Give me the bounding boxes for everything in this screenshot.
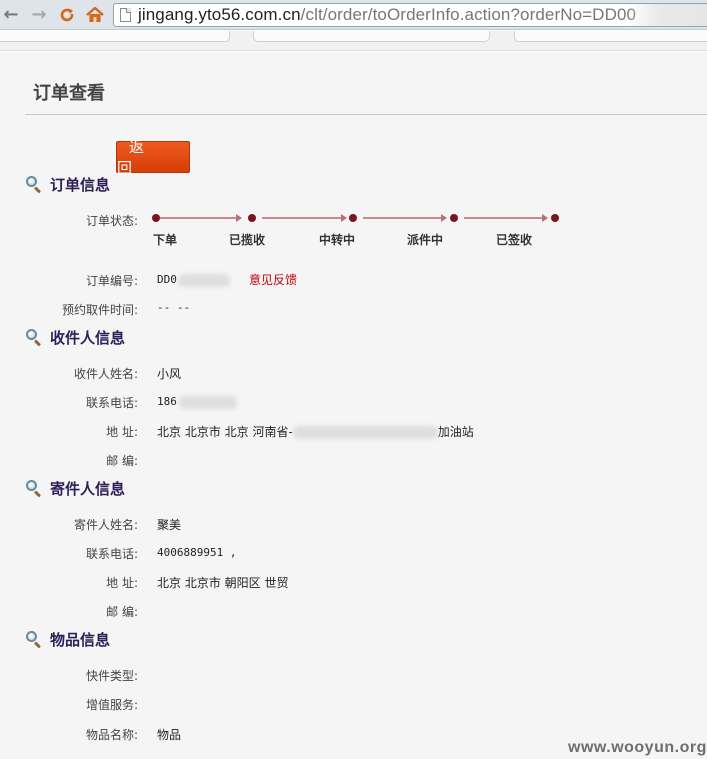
- track-line: [363, 217, 442, 219]
- redacted-phone: [178, 395, 237, 409]
- track-arrow-icon: [341, 214, 347, 222]
- site-header-strip: [0, 31, 707, 51]
- item-name-label: 物品名称:: [85, 728, 138, 742]
- receiver-phone-label: 联系电话:: [85, 396, 138, 410]
- address-bar[interactable]: jingang.yto56.com.cn/clt/order/toOrderIn…: [113, 3, 707, 27]
- receiver-info-header: 收件人信息: [25, 326, 125, 348]
- receiver-phone-value: 186: [157, 395, 237, 409]
- title-divider: [25, 114, 707, 115]
- magnifier-icon: [25, 328, 43, 347]
- back-button[interactable]: 返 回: [116, 138, 190, 177]
- sender-name-label: 寄件人姓名:: [73, 518, 138, 532]
- redacted-order-number: [177, 273, 230, 287]
- order-number-value: DD0: [157, 273, 230, 287]
- track-line: [262, 217, 342, 219]
- browser-toolbar: ← → jingang.yto56.com.cn/clt/order/toOrd…: [0, 0, 707, 30]
- sender-name-value: 聚美: [157, 518, 182, 532]
- sender-info-header: 寄件人信息: [25, 477, 125, 499]
- receiver-address-value: 北京 北京市 北京 河南省- 加油站: [157, 425, 474, 439]
- url-text: jingang.yto56.com.cn/clt/order/toOrderIn…: [138, 5, 637, 24]
- track-arrow-icon: [542, 214, 548, 222]
- order-info-header: 订单信息: [25, 173, 110, 195]
- magnifier-icon: [25, 630, 43, 649]
- track-arrow-icon: [441, 214, 447, 222]
- pickup-time-value: -- --: [157, 301, 191, 314]
- receiver-name-value: 小风: [157, 367, 182, 381]
- magnifier-icon: [25, 175, 43, 194]
- track-dot: [152, 214, 160, 222]
- step-label-collected: 已揽收: [229, 233, 266, 247]
- track-dot: [450, 214, 458, 222]
- item-name-value: 物品: [157, 728, 182, 742]
- magnifier-icon: [25, 479, 43, 498]
- feedback-link[interactable]: 意见反馈: [249, 271, 297, 288]
- sender-phone-label: 联系电话:: [85, 547, 138, 561]
- track-line: [464, 217, 543, 219]
- value-added-service-label: 增值服务:: [85, 698, 138, 712]
- step-label-delivering: 派件中: [407, 233, 444, 247]
- step-label-ordered: 下单: [153, 233, 178, 247]
- receiver-address-label: 地 址:: [106, 425, 138, 439]
- track-dot: [349, 214, 357, 222]
- header-tab: [253, 31, 490, 42]
- goods-info-header: 物品信息: [25, 628, 110, 650]
- sender-zip-label: 邮 编:: [106, 605, 138, 619]
- section-title: 物品信息: [50, 630, 111, 649]
- pickup-time-label: 预约取件时间:: [61, 303, 138, 317]
- header-tab: [0, 31, 230, 42]
- sender-address-label: 地 址:: [106, 576, 138, 590]
- watermark: www.wooyun.org: [568, 739, 707, 756]
- back-arrow-icon[interactable]: ←: [0, 4, 22, 26]
- section-title: 收件人信息: [50, 328, 126, 347]
- forward-arrow-icon[interactable]: →: [28, 4, 50, 26]
- track-arrow-icon: [236, 214, 242, 222]
- sender-address-value: 北京 北京市 朝阳区 世贸: [157, 576, 289, 590]
- step-label-in-transit: 中转中: [319, 233, 356, 247]
- page-title: 订单查看: [33, 83, 105, 104]
- reload-icon[interactable]: [56, 4, 78, 26]
- receiver-name-label: 收件人姓名:: [73, 367, 138, 381]
- parcel-type-label: 快件类型:: [85, 669, 138, 683]
- order-status-label: 订单状态:: [85, 214, 138, 228]
- redacted-address: [292, 426, 438, 439]
- track-dot: [248, 214, 256, 222]
- home-icon[interactable]: [84, 4, 106, 26]
- section-title: 订单信息: [50, 175, 111, 194]
- section-title: 寄件人信息: [50, 479, 126, 498]
- receiver-zip-label: 邮 编:: [106, 454, 138, 468]
- sender-phone-value: 4006889951 ,: [157, 546, 237, 559]
- url-obscured-region: [627, 4, 707, 26]
- order-number-label: 订单编号:: [85, 274, 138, 288]
- header-tab: [514, 31, 707, 42]
- page-icon: [120, 8, 131, 22]
- step-label-signed: 已签收: [496, 233, 533, 247]
- track-dot: [551, 214, 559, 222]
- track-line: [160, 217, 238, 219]
